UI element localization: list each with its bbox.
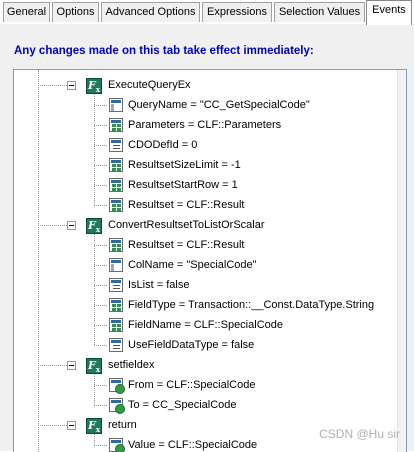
tree-connector xyxy=(94,105,107,106)
tab-selection-values[interactable]: Selection Values xyxy=(274,2,365,22)
tree-connector xyxy=(94,165,107,166)
tree-connector xyxy=(94,285,107,286)
notice-text: Any changes made on this tab take effect… xyxy=(14,45,314,57)
plain-param-icon xyxy=(109,138,123,152)
parameter-label[interactable]: IsList = false xyxy=(128,278,189,292)
tab-expressions[interactable]: Expressions xyxy=(202,2,272,22)
tree-connector xyxy=(94,405,107,406)
tab-events[interactable]: Events xyxy=(366,0,412,25)
grid-param-icon xyxy=(109,198,123,212)
tree-guide-line xyxy=(94,434,95,445)
parameter-label[interactable]: From = CLF::SpecialCode xyxy=(128,378,255,392)
grid-param-icon xyxy=(109,158,123,172)
parameter-label[interactable]: ColName = "SpecialCode" xyxy=(128,258,257,272)
plain-param-icon xyxy=(109,338,123,352)
tree-guide-line xyxy=(94,234,95,345)
tree-connector xyxy=(38,365,67,366)
parameter-label[interactable]: ResultsetStartRow = 1 xyxy=(128,178,238,192)
table-param-icon xyxy=(109,258,123,272)
grid-param-icon xyxy=(109,178,123,192)
event-tree[interactable]: Fx ExecuteQueryEx QueryName = "CC_GetSpeci… xyxy=(13,69,407,452)
out-param-icon xyxy=(109,438,125,452)
watermark: CSDN @Hu sir xyxy=(319,427,400,441)
tree-connector xyxy=(94,145,107,146)
tree-connector xyxy=(94,445,107,446)
grid-param-icon xyxy=(109,298,123,312)
tree-guide-line xyxy=(94,374,95,405)
parameter-label[interactable]: Resultset = CLF::Result xyxy=(128,238,244,252)
parameter-label[interactable]: Value = CLF::SpecialCode xyxy=(128,438,257,452)
tree-connector xyxy=(94,265,107,266)
function-icon: Fx xyxy=(86,218,102,235)
function-icon: Fx xyxy=(86,418,102,435)
grid-param-icon xyxy=(109,318,123,332)
tree-connector xyxy=(94,345,107,346)
function-node-label[interactable]: setfieldex xyxy=(108,358,154,372)
plain-param-icon xyxy=(109,278,123,292)
vertical-scrollbar[interactable] xyxy=(397,70,406,452)
function-icon: Fx xyxy=(86,358,102,375)
grid-param-icon xyxy=(109,238,123,252)
tree-connector xyxy=(38,425,67,426)
tree-guide-line xyxy=(38,70,39,452)
parameter-label[interactable]: UseFieldDataType = false xyxy=(128,338,254,352)
tree-connector xyxy=(94,325,107,326)
tree-guide-line xyxy=(94,94,95,205)
tab-strip: General Options Advanced Options Express… xyxy=(0,0,414,25)
function-node-label[interactable]: return xyxy=(108,418,137,432)
tree-connector xyxy=(94,205,107,206)
function-icon: Fx xyxy=(86,78,102,95)
collapse-toggle-icon[interactable] xyxy=(67,81,76,90)
parameter-label[interactable]: QueryName = "CC_GetSpecialCode" xyxy=(128,98,310,112)
collapse-toggle-icon[interactable] xyxy=(67,221,76,230)
parameter-label[interactable]: FieldType = Transaction::__Const.DataTyp… xyxy=(128,298,374,312)
out-param-icon xyxy=(109,398,125,414)
grid-param-icon xyxy=(109,118,123,132)
parameter-label[interactable]: Parameters = CLF::Parameters xyxy=(128,118,281,132)
collapse-toggle-icon[interactable] xyxy=(67,421,76,430)
tab-options[interactable]: Options xyxy=(52,2,99,22)
tree-connector xyxy=(94,185,107,186)
tree-connector xyxy=(94,385,107,386)
parameter-label[interactable]: CDODefId = 0 xyxy=(128,138,197,152)
parameter-label[interactable]: FieldName = CLF::SpecialCode xyxy=(128,318,283,332)
collapse-toggle-icon[interactable] xyxy=(67,361,76,370)
parameter-label[interactable]: Resultset = CLF::Result xyxy=(128,198,244,212)
tab-advanced-options[interactable]: Advanced Options xyxy=(101,2,200,22)
function-node-label[interactable]: ExecuteQueryEx xyxy=(108,78,191,92)
tree-connector xyxy=(94,245,107,246)
function-node-label[interactable]: ConvertResultsetToListOrScalar xyxy=(108,218,265,232)
tree-connector xyxy=(94,125,107,126)
tree-connector xyxy=(38,225,67,226)
events-panel: Any changes made on this tab take effect… xyxy=(0,24,414,452)
parameter-label[interactable]: ResultsetSizeLimit = -1 xyxy=(128,158,241,172)
out-param-icon xyxy=(109,378,125,394)
tree-connector xyxy=(38,85,67,86)
parameter-label[interactable]: To = CC_SpecialCode xyxy=(128,398,237,412)
tab-general[interactable]: General xyxy=(3,2,50,22)
table-param-icon xyxy=(109,98,123,112)
tree-connector xyxy=(94,305,107,306)
